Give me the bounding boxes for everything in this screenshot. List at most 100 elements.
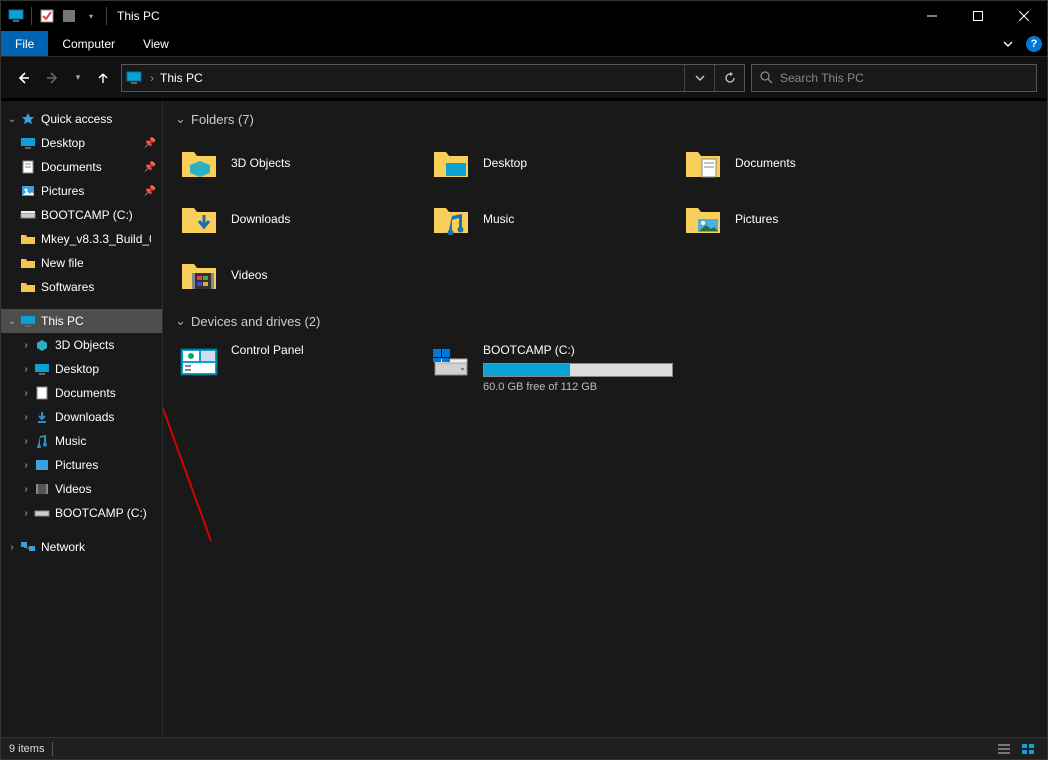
tree-item[interactable]: ›Videos: [1, 477, 162, 501]
tree-label: Network: [41, 540, 85, 554]
up-button[interactable]: [91, 66, 115, 90]
search-box[interactable]: [751, 64, 1037, 92]
chevron-right-icon[interactable]: ›: [19, 436, 33, 447]
pin-icon: 📌: [144, 162, 156, 173]
tree-item[interactable]: ›Music: [1, 429, 162, 453]
tree-network[interactable]: › Network: [1, 535, 162, 559]
search-input[interactable]: [780, 71, 1036, 85]
desktop-icon: [33, 361, 51, 377]
tree-item[interactable]: ›BOOTCAMP (C:): [1, 501, 162, 525]
device-tile-bootcamp-c[interactable]: BOOTCAMP (C:) 60.0 GB free of 112 GB: [427, 341, 679, 393]
tab-file[interactable]: File: [1, 31, 48, 56]
group-title: Devices and drives (2): [191, 314, 320, 329]
details-view-button[interactable]: [993, 740, 1015, 758]
tiles-view-button[interactable]: [1017, 740, 1039, 758]
tree-item[interactable]: ›Pictures: [1, 453, 162, 477]
folder-tile-desktop[interactable]: Desktop: [427, 135, 679, 191]
tile-label: 3D Objects: [231, 156, 290, 170]
group-header-devices[interactable]: ⌄ Devices and drives (2): [175, 303, 1047, 337]
chevron-right-icon[interactable]: ›: [146, 71, 158, 85]
refresh-button[interactable]: [714, 65, 744, 91]
close-button[interactable]: [1001, 1, 1047, 31]
chevron-right-icon[interactable]: ›: [19, 484, 33, 495]
documents-icon: [33, 385, 51, 401]
tree-item[interactable]: › Documents: [1, 381, 162, 405]
tile-label: Videos: [231, 268, 267, 282]
music-icon: [429, 197, 473, 241]
tab-view[interactable]: View: [129, 31, 183, 56]
chevron-right-icon[interactable]: ›: [5, 542, 19, 553]
drive-free-text: 60.0 GB free of 112 GB: [483, 381, 673, 393]
tree-item[interactable]: › Downloads: [1, 405, 162, 429]
chevron-down-icon: ⌄: [175, 313, 191, 329]
thispc-icon: [19, 313, 37, 329]
tree-quick-access[interactable]: ⌄ Quick access: [1, 107, 162, 131]
tree-label: Documents: [55, 386, 116, 400]
thispc-icon: [122, 71, 146, 84]
tree-label: Mkey_v8.3.3_Build_061019: [41, 232, 151, 246]
tab-computer[interactable]: Computer: [48, 31, 129, 56]
folder-tile-3d-objects[interactable]: 3D Objects: [175, 135, 427, 191]
address-bar[interactable]: › This PC: [121, 64, 745, 92]
3d-icon: [33, 337, 51, 353]
device-tile-control-panel[interactable]: Control Panel: [175, 341, 427, 393]
tree-label: Desktop: [55, 362, 99, 376]
back-button[interactable]: [11, 66, 35, 90]
folder-tile-videos[interactable]: Videos: [175, 247, 427, 303]
thispc-icon: [7, 7, 25, 25]
pictures-icon: [19, 183, 37, 199]
tree-item[interactable]: BOOTCAMP (C:): [1, 203, 162, 227]
ribbon-collapse-button[interactable]: [995, 31, 1021, 56]
address-dropdown-button[interactable]: [684, 65, 714, 91]
properties-icon[interactable]: [38, 7, 56, 25]
maximize-button[interactable]: [955, 1, 1001, 31]
chevron-right-icon[interactable]: ›: [19, 460, 33, 471]
pin-icon: 📌: [144, 138, 156, 149]
documents-icon: [19, 159, 37, 175]
forward-button[interactable]: [41, 66, 65, 90]
star-icon: [19, 111, 37, 127]
help-button[interactable]: ?: [1021, 31, 1047, 56]
folder-tile-documents[interactable]: Documents: [679, 135, 931, 191]
videos-icon: [33, 481, 51, 497]
tree-item[interactable]: Desktop 📌: [1, 131, 162, 155]
group-header-folders[interactable]: ⌄ Folders (7): [175, 101, 1047, 135]
title-bar: ▾ This PC: [1, 1, 1047, 31]
tree-label: 3D Objects: [55, 338, 114, 352]
tree-item[interactable]: Mkey_v8.3.3_Build_061019: [1, 227, 162, 251]
tree-item[interactable]: › Desktop: [1, 357, 162, 381]
tree-item[interactable]: Documents 📌: [1, 155, 162, 179]
tree-item[interactable]: › 3D Objects: [1, 333, 162, 357]
minimize-button[interactable]: [909, 1, 955, 31]
content-pane: ⌄ Folders (7) 3D Objects Desktop Documen…: [163, 101, 1047, 737]
tree-label: Downloads: [55, 410, 114, 424]
drive-icon: [19, 207, 37, 223]
tree-this-pc[interactable]: ⌄ This PC: [1, 309, 162, 333]
window: ▾ This PC File Computer View ? ▾ › This …: [0, 0, 1048, 760]
tree-item[interactable]: New file: [1, 251, 162, 275]
drive-usage-bar: [483, 363, 673, 377]
tree-item[interactable]: Softwares: [1, 275, 162, 299]
folder-tile-music[interactable]: Music: [427, 191, 679, 247]
chevron-right-icon[interactable]: ›: [19, 340, 33, 351]
tree-item[interactable]: Pictures 📌: [1, 179, 162, 203]
chevron-right-icon[interactable]: ›: [19, 364, 33, 375]
qat-divider: [31, 7, 32, 25]
qat-new-icon[interactable]: [60, 7, 78, 25]
chevron-right-icon[interactable]: ›: [19, 412, 33, 423]
chevron-right-icon[interactable]: ›: [19, 508, 33, 519]
chevron-down-icon[interactable]: ⌄: [5, 114, 19, 125]
pictures-icon: [33, 457, 51, 473]
pin-icon: 📌: [144, 186, 156, 197]
documents-icon: [681, 141, 725, 185]
chevron-down-icon[interactable]: ⌄: [5, 316, 19, 327]
tree-label: Documents: [41, 160, 102, 174]
folder-tile-downloads[interactable]: Downloads: [175, 191, 427, 247]
breadcrumb-segment[interactable]: This PC: [158, 71, 203, 85]
folder-tile-pictures[interactable]: Pictures: [679, 191, 931, 247]
qat-divider2: [106, 7, 107, 25]
qat-dropdown-icon[interactable]: ▾: [82, 7, 100, 25]
desktop-icon: [19, 135, 37, 151]
recent-locations-button[interactable]: ▾: [71, 66, 85, 90]
chevron-right-icon[interactable]: ›: [19, 388, 33, 399]
